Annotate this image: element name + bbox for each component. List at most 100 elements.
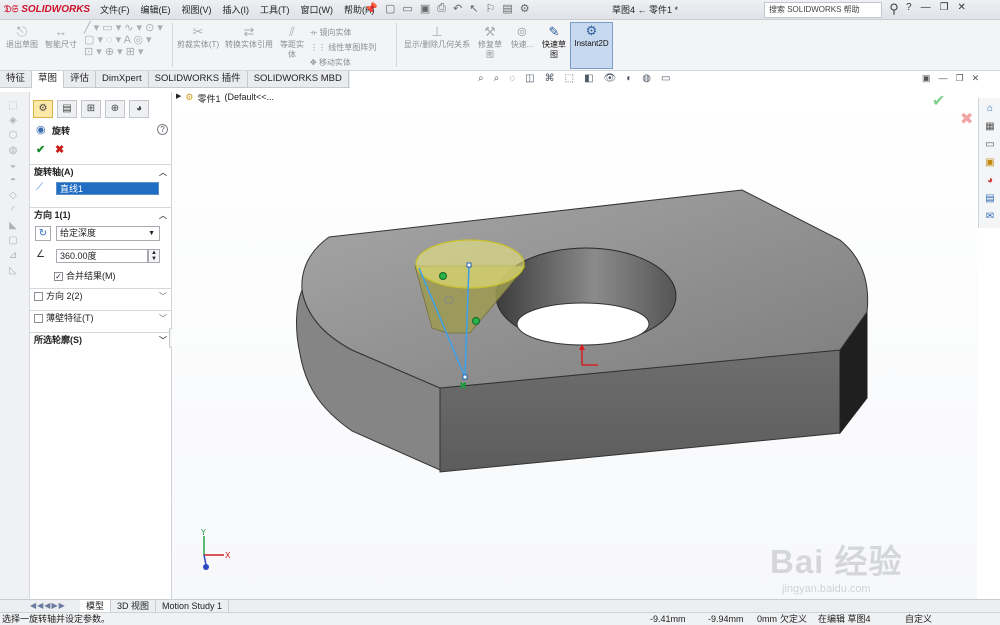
loft-tool-icon[interactable]: ◓ (6, 175, 20, 187)
feature-tool-icon[interactable]: ◈ (6, 115, 20, 127)
ok-button[interactable]: ✔ (36, 143, 45, 156)
menu-view[interactable]: 视图(V) (182, 3, 212, 17)
line-tool-icon[interactable]: ╱ ▾ ▭ ▾ ∿ ▾ ⊙ ▾ (84, 22, 170, 34)
repair-sketch-button[interactable]: ⚒ 修复草图 (476, 24, 504, 60)
relation-vertical-icon[interactable] (472, 317, 480, 325)
offset-entities-button[interactable]: ⫽ 等距实体 (278, 24, 306, 60)
minimize-button[interactable]: — (921, 2, 931, 18)
reverse-direction-icon[interactable]: ↻ (35, 226, 51, 241)
view-settings-icon[interactable]: ▭ (661, 73, 670, 87)
direction1-group[interactable]: 方向 1(1) ︿ (30, 207, 172, 223)
tab-sketch[interactable]: 草图 (32, 71, 65, 88)
previous-view-icon[interactable]: ◌ (509, 73, 515, 87)
linear-pattern-button[interactable]: ⋮⋮ 线性草图阵列 (310, 40, 390, 55)
new-document-icon[interactable]: ▢ (385, 2, 395, 18)
close-button[interactable]: ✕ (958, 2, 966, 18)
convert-entities-button[interactable]: ⇄ 转换实体引用 (222, 24, 276, 50)
section-view-icon[interactable]: ◫ (525, 73, 534, 87)
sweep-tool-icon[interactable]: ◒ (6, 160, 20, 172)
point-tool-icon[interactable]: ⊡ ▾ ⊕ ▾ ⊞ ▾ (84, 46, 170, 58)
rebuild-icon[interactable]: ⚐ (485, 2, 495, 18)
selected-contours-group[interactable]: 所选轮廓(S) ﹀ (30, 332, 172, 348)
collapse-chevron-icon[interactable]: ︿ (159, 165, 167, 180)
expand-chevron-icon[interactable]: ﹀ (159, 311, 167, 326)
pm-help-icon[interactable]: ? (157, 124, 168, 135)
menu-window[interactable]: 窗口(W) (301, 3, 334, 17)
home-icon[interactable]: ⌂ (983, 102, 997, 116)
print-icon[interactable]: ⎙ (437, 2, 446, 18)
cancel-button[interactable]: ✖ (55, 143, 64, 156)
viewport-restore-icon[interactable]: ❐ (956, 73, 964, 84)
save-icon[interactable]: ▣ (420, 2, 430, 18)
rectangle-tool-icon[interactable]: ▢ ▾ ◌ ▾ A ◎ ▾ (84, 34, 170, 46)
end-condition-select[interactable]: 给定深度 ▼ (56, 226, 160, 241)
tab-features[interactable]: 特征 (0, 71, 33, 88)
menu-file[interactable]: 文件(F) (100, 3, 130, 17)
appearance-icon[interactable]: ◐ (626, 73, 632, 87)
menu-tools[interactable]: 工具(T) (260, 3, 290, 17)
direction2-group[interactable]: 方向 2(2) ﹀ (30, 288, 172, 304)
file-explorer-icon[interactable]: ▭ (983, 138, 997, 152)
scene-icon[interactable]: ◍ (642, 73, 651, 87)
hide-show-icon[interactable]: 👁 (604, 73, 617, 87)
menu-insert[interactable]: 插入(I) (223, 3, 250, 17)
chamfer-tool-icon[interactable]: ◣ (6, 220, 20, 232)
mirror-entities-button[interactable]: ⟛ 镜向实体 (310, 25, 390, 40)
sketch-endpoint[interactable] (466, 262, 472, 268)
sketch-endpoint[interactable] (462, 374, 468, 380)
merge-checkbox-box[interactable]: ✓ (54, 272, 63, 282)
viewport-close-icon[interactable]: ✕ (972, 73, 980, 84)
axis-selection-field[interactable]: 直线1 (56, 182, 159, 195)
feature-manager-tab-icon[interactable]: ⚙ (33, 100, 53, 118)
options-gear-icon[interactable]: ⚙ (520, 2, 530, 18)
dimxpert-manager-tab-icon[interactable]: ⊕ (105, 100, 125, 118)
file-properties-icon[interactable]: ▤ (502, 2, 512, 18)
sketch-tool-icon[interactable]: ⬚ (6, 100, 20, 112)
collapse-chevron-icon[interactable]: ︿ (159, 208, 167, 223)
undo-icon[interactable]: ↶ (453, 2, 462, 18)
property-manager-tab-icon[interactable]: ▤ (57, 100, 77, 118)
view-orientation-icon[interactable]: ⬚ (565, 73, 574, 87)
viewport-tile-icon[interactable]: ▣ (922, 73, 931, 84)
tab-scroll-arrows[interactable]: ◀◀◀▶▶ (0, 600, 80, 612)
view-palette-icon[interactable]: ▣ (983, 156, 997, 170)
dynamic-annotation-icon[interactable]: ⌘ (545, 73, 555, 87)
angle-input[interactable]: 360.00度 (56, 249, 148, 263)
tab-addins[interactable]: SOLIDWORKS 插件 (149, 71, 248, 88)
tab-dimxpert[interactable]: DimXpert (96, 71, 149, 88)
appearances-icon[interactable]: ◕ (983, 174, 997, 188)
display-style-icon[interactable]: ◧ (584, 73, 593, 87)
thin-feature-checkbox[interactable] (34, 314, 43, 324)
move-entities-button[interactable]: ✥ 移动实体 (310, 55, 390, 70)
restore-button[interactable]: ❐ (940, 2, 949, 18)
revolve-tool-icon[interactable]: ◍ (6, 145, 20, 157)
search-icon[interactable]: ⚲ (884, 1, 904, 19)
pin-icon[interactable]: 📌 (364, 2, 378, 16)
help-question-icon[interactable]: ? (906, 2, 912, 18)
tab-motion-study[interactable]: Motion Study 1 (156, 600, 230, 612)
help-search-input[interactable]: 搜索 SOLIDWORKS 帮助 (764, 2, 882, 18)
display-delete-relations-button[interactable]: ⊥ 显示/删除几何关系 (400, 24, 474, 50)
rib-tool-icon[interactable]: ⊿ (6, 250, 20, 262)
shell-tool-icon[interactable]: ▢ (6, 235, 20, 247)
instant2d-button[interactable]: ⚙ Instant2D (570, 22, 613, 69)
draft-tool-icon[interactable]: ◺ (6, 265, 20, 277)
forum-icon[interactable]: ✉ (983, 210, 997, 224)
quick-snaps-button[interactable]: ⊚ 快速... (508, 24, 536, 50)
custom-properties-icon[interactable]: ▤ (983, 192, 997, 206)
boundary-tool-icon[interactable]: ◇ (6, 190, 20, 202)
merge-result-checkbox[interactable]: ✓ 合并结果(M) (54, 269, 116, 282)
expand-chevron-icon[interactable]: ﹀ (159, 333, 167, 348)
tab-model[interactable]: 模型 (80, 600, 112, 612)
menu-edit[interactable]: 编辑(E) (141, 3, 171, 17)
thin-feature-group[interactable]: 薄壁特征(T) ﹀ (30, 310, 172, 326)
zoom-to-fit-icon[interactable]: ⌕ (478, 73, 484, 87)
rapid-sketch-button[interactable]: ✎ 快速草图 (540, 24, 568, 60)
solidworks-logo[interactable]: 𝔇𝔖 SOLIDWORKS (4, 2, 92, 18)
tab-mbd[interactable]: SOLIDWORKS MBD (248, 71, 349, 88)
display-manager-tab-icon[interactable]: ◕ (129, 100, 149, 118)
direction2-checkbox[interactable] (34, 292, 43, 302)
design-library-icon[interactable]: ▦ (983, 120, 997, 134)
trim-entities-button[interactable]: ✂ 剪裁实体(T) (176, 24, 220, 50)
smart-dimension-button[interactable]: ↔ 智能尺寸 (42, 24, 80, 50)
